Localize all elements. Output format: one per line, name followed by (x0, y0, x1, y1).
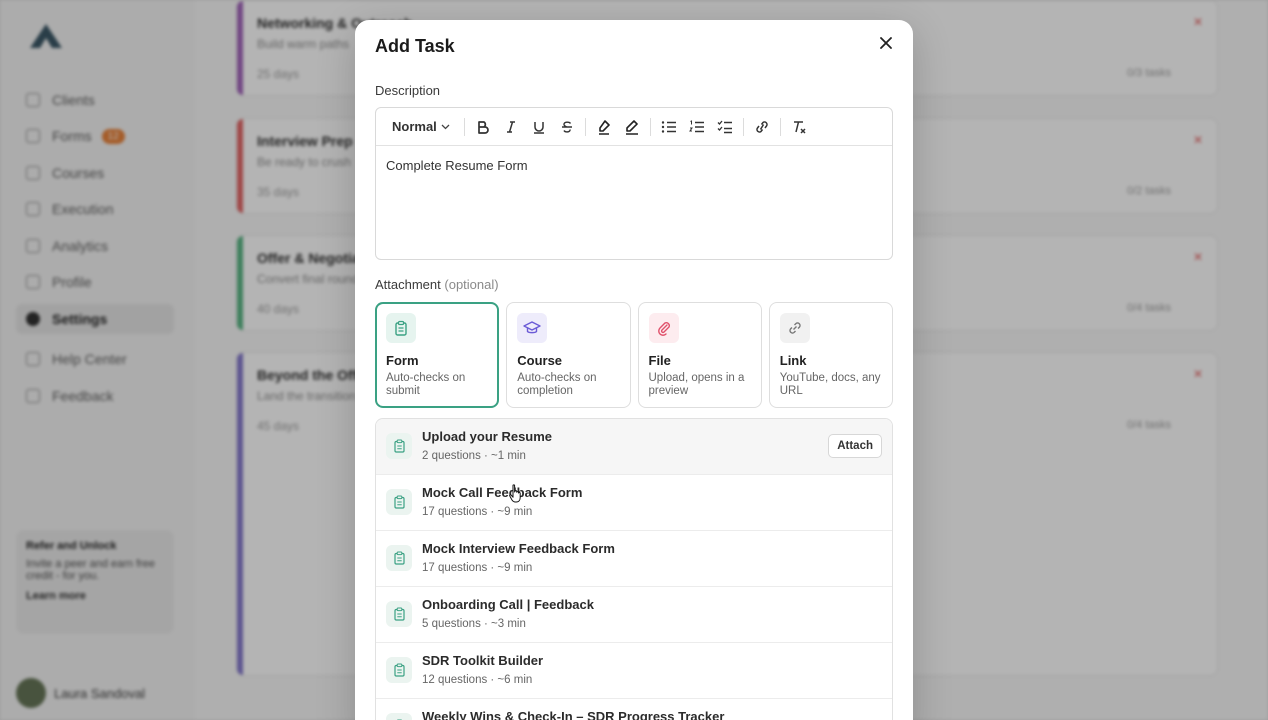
toolbar-divider (649, 117, 651, 136)
link-icon (756, 120, 768, 133)
text-format-select[interactable]: Normal (384, 119, 460, 134)
attachment-type-name: Link (779, 353, 807, 368)
attachment-type-link[interactable]: Link YouTube, docs, any URL (768, 302, 893, 408)
numbered-list-icon (688, 119, 704, 132)
form-name: Mock Interview Feedback Form (422, 541, 615, 556)
attachment-type-name: Course (517, 353, 563, 368)
attachment-type-form[interactable]: Form Auto-checks on submit (375, 302, 500, 408)
description-input[interactable]: Complete Resume Form (376, 146, 892, 185)
attachment-type-name: Form (386, 353, 419, 368)
strikethrough-button[interactable] (553, 113, 581, 141)
text-color-button[interactable] (618, 113, 646, 141)
bullet-list-button[interactable] (655, 113, 683, 141)
attachment-label-text: Attachment (375, 277, 441, 292)
attachment-label: Attachment (optional) (375, 277, 499, 292)
attachment-type-desc: Auto-checks on submit (386, 372, 466, 398)
form-name: Weekly Wins & Check-In – SDR Progress Tr… (422, 709, 725, 720)
format-select-value: Normal (392, 119, 437, 134)
attachment-type-file[interactable]: File Upload, opens in a preview (637, 302, 762, 408)
mouse-cursor-icon (509, 484, 521, 503)
form-meta: 12 questions · ~6 min (422, 674, 533, 686)
chevron-down-icon (441, 124, 450, 129)
checklist-icon (717, 120, 732, 133)
modal-title: Add Task (375, 36, 455, 56)
toolbar-divider (584, 117, 586, 136)
description-editor: Normal Complete Resume Form (375, 107, 893, 260)
form-list-item[interactable]: Onboarding Call | Feedback 5 questions ·… (376, 587, 892, 643)
form-name: SDR Toolkit Builder (422, 653, 544, 668)
form-list-item[interactable]: Weekly Wins & Check-In – SDR Progress Tr… (376, 699, 892, 720)
graduation-cap-icon (517, 313, 548, 343)
numbered-list-button[interactable] (683, 113, 711, 141)
optional-hint: (optional) (444, 277, 499, 292)
description-label: Description (375, 83, 441, 98)
attachment-type-desc: YouTube, docs, any URL (779, 372, 881, 398)
form-meta: 17 questions · ~9 min (422, 506, 533, 518)
add-task-modal: Add Task Description Normal Complete Res… (355, 20, 913, 720)
attachment-type-desc: Auto-checks on completion (517, 372, 597, 398)
toolbar-divider (779, 117, 781, 136)
form-name: Mock Call Feedback Form (422, 485, 583, 500)
clipboard-icon (386, 713, 412, 720)
form-list: Upload your Resume 2 questions · ~1 min … (375, 418, 893, 720)
attachment-type-course[interactable]: Course Auto-checks on completion (506, 302, 631, 408)
attachment-type-grid: Form Auto-checks on submit Course Auto-c… (375, 302, 893, 408)
italic-button[interactable] (497, 113, 525, 141)
attach-button[interactable]: Attach (828, 434, 882, 458)
form-meta: 17 questions · ~9 min (422, 562, 533, 574)
bold-button[interactable] (469, 113, 497, 141)
checklist-button[interactable] (711, 113, 739, 141)
paperclip-icon (648, 313, 679, 343)
highlighter-icon (598, 119, 610, 135)
toolbar-divider (463, 117, 465, 136)
form-list-item[interactable]: SDR Toolkit Builder 12 questions · ~6 mi… (376, 643, 892, 699)
toolbar-divider (742, 117, 744, 136)
form-name: Upload your Resume (422, 429, 553, 444)
clipboard-icon (386, 657, 412, 683)
form-meta: 5 questions · ~3 min (422, 618, 526, 630)
clipboard-icon (386, 313, 416, 343)
form-name: Onboarding Call | Feedback (422, 597, 594, 612)
insert-link-button[interactable] (748, 113, 776, 141)
italic-icon (506, 120, 515, 133)
underline-button[interactable] (525, 113, 553, 141)
editor-toolbar: Normal (376, 108, 892, 146)
clipboard-icon (386, 545, 412, 571)
clear-formatting-button[interactable] (785, 113, 813, 141)
clipboard-icon (386, 433, 412, 459)
close-button[interactable] (875, 32, 897, 54)
form-meta: 2 questions · ~1 min (422, 450, 526, 462)
attachment-type-name: File (648, 353, 671, 368)
bold-icon (477, 120, 489, 134)
highlight-button[interactable] (590, 113, 618, 141)
link-icon (779, 313, 810, 343)
close-icon (880, 37, 892, 49)
clipboard-icon (386, 489, 412, 515)
pen-icon (625, 119, 638, 135)
clipboard-icon (386, 601, 412, 627)
form-list-item[interactable]: Mock Interview Feedback Form 17 question… (376, 531, 892, 587)
strikethrough-icon (561, 121, 572, 133)
attachment-type-desc: Upload, opens in a preview (648, 372, 745, 398)
bullet-list-icon (661, 120, 676, 133)
form-list-item[interactable]: Mock Call Feedback Form 17 questions · ~… (376, 475, 892, 531)
form-list-item[interactable]: Upload your Resume 2 questions · ~1 min … (376, 419, 892, 475)
clear-format-icon (793, 120, 806, 134)
underline-icon (533, 121, 544, 134)
